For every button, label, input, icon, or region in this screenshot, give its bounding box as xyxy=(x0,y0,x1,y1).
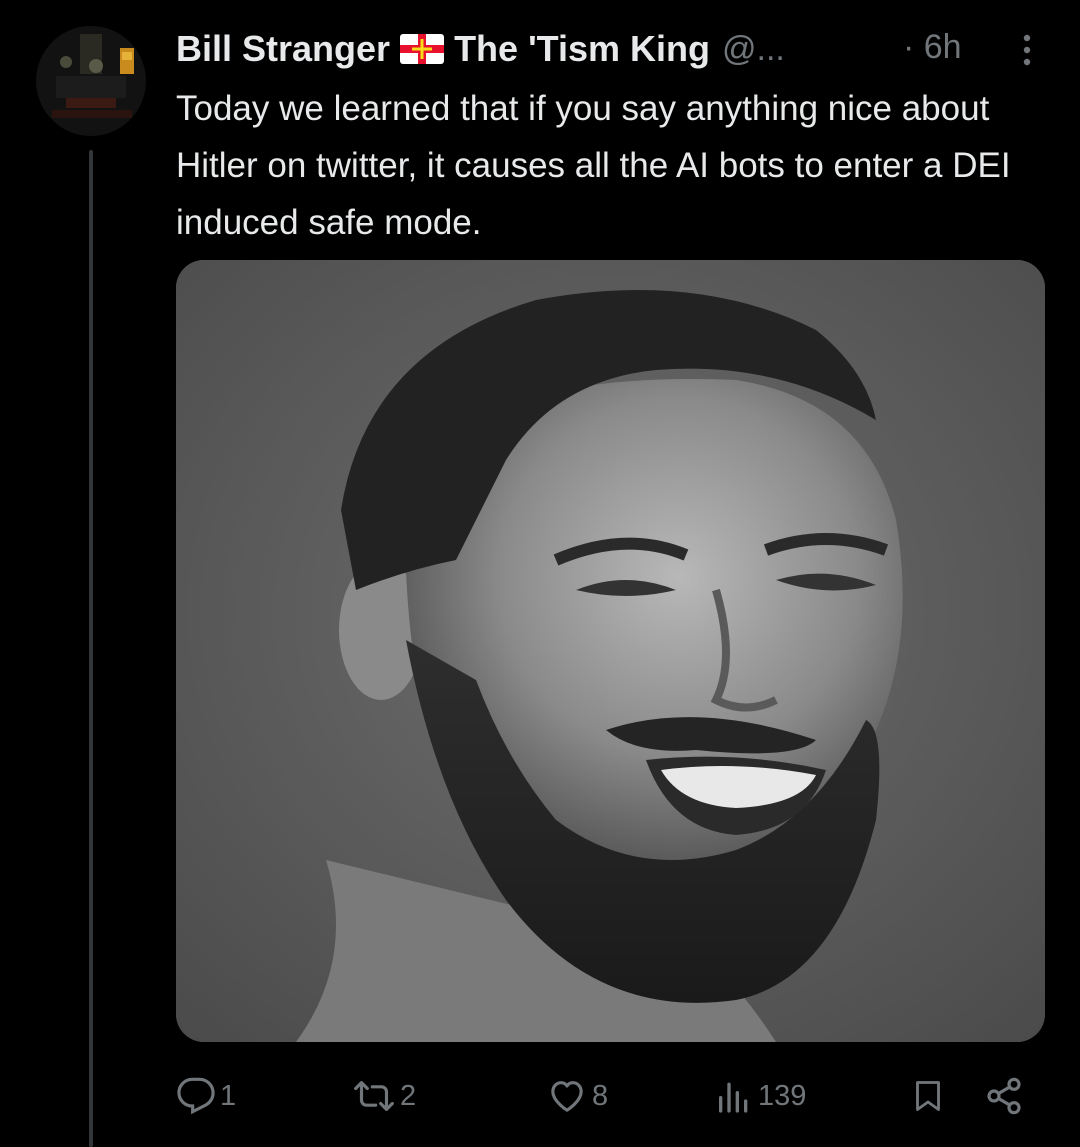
bearded-man-meme-image xyxy=(176,260,1045,1042)
tweet-time[interactable]: · 6h xyxy=(903,28,962,67)
share-icon xyxy=(987,1077,1021,1115)
reply-count: 1 xyxy=(220,1079,237,1112)
tweet-media-image[interactable] xyxy=(176,260,1045,1042)
tweet-text: Today we learned that if you say anythin… xyxy=(176,89,1011,242)
analytics-icon xyxy=(719,1082,748,1113)
reply-icon xyxy=(177,1077,215,1115)
author-name[interactable]: Bill Stranger xyxy=(176,28,390,70)
tweet-header: Bill Stranger The 'Tism King @... · 6h xyxy=(176,24,1046,74)
author-avatar[interactable] xyxy=(36,26,146,136)
views-count: 139 xyxy=(758,1079,807,1112)
repost-button[interactable]: 2 xyxy=(352,1066,416,1126)
avatar-image xyxy=(36,26,146,136)
share-button[interactable] xyxy=(984,1066,1024,1126)
repost-icon xyxy=(354,1081,394,1111)
thread-line xyxy=(89,150,93,1147)
repost-count: 2 xyxy=(400,1079,417,1112)
bookmark-button[interactable] xyxy=(910,1066,946,1126)
tweet-action-bar: 1 2 8 139 xyxy=(176,1066,1046,1126)
views-button[interactable]: 139 xyxy=(714,1066,806,1126)
bookmark-icon xyxy=(916,1081,940,1111)
like-button[interactable]: 8 xyxy=(546,1066,608,1126)
like-count: 8 xyxy=(592,1079,609,1112)
author-handle[interactable]: @... xyxy=(722,30,785,69)
guernsey-flag-icon xyxy=(400,34,445,64)
author-suffix[interactable]: The 'Tism King xyxy=(454,28,710,70)
reply-button[interactable]: 1 xyxy=(176,1066,236,1126)
heart-icon xyxy=(551,1081,583,1112)
more-options-icon[interactable] xyxy=(1012,30,1042,70)
